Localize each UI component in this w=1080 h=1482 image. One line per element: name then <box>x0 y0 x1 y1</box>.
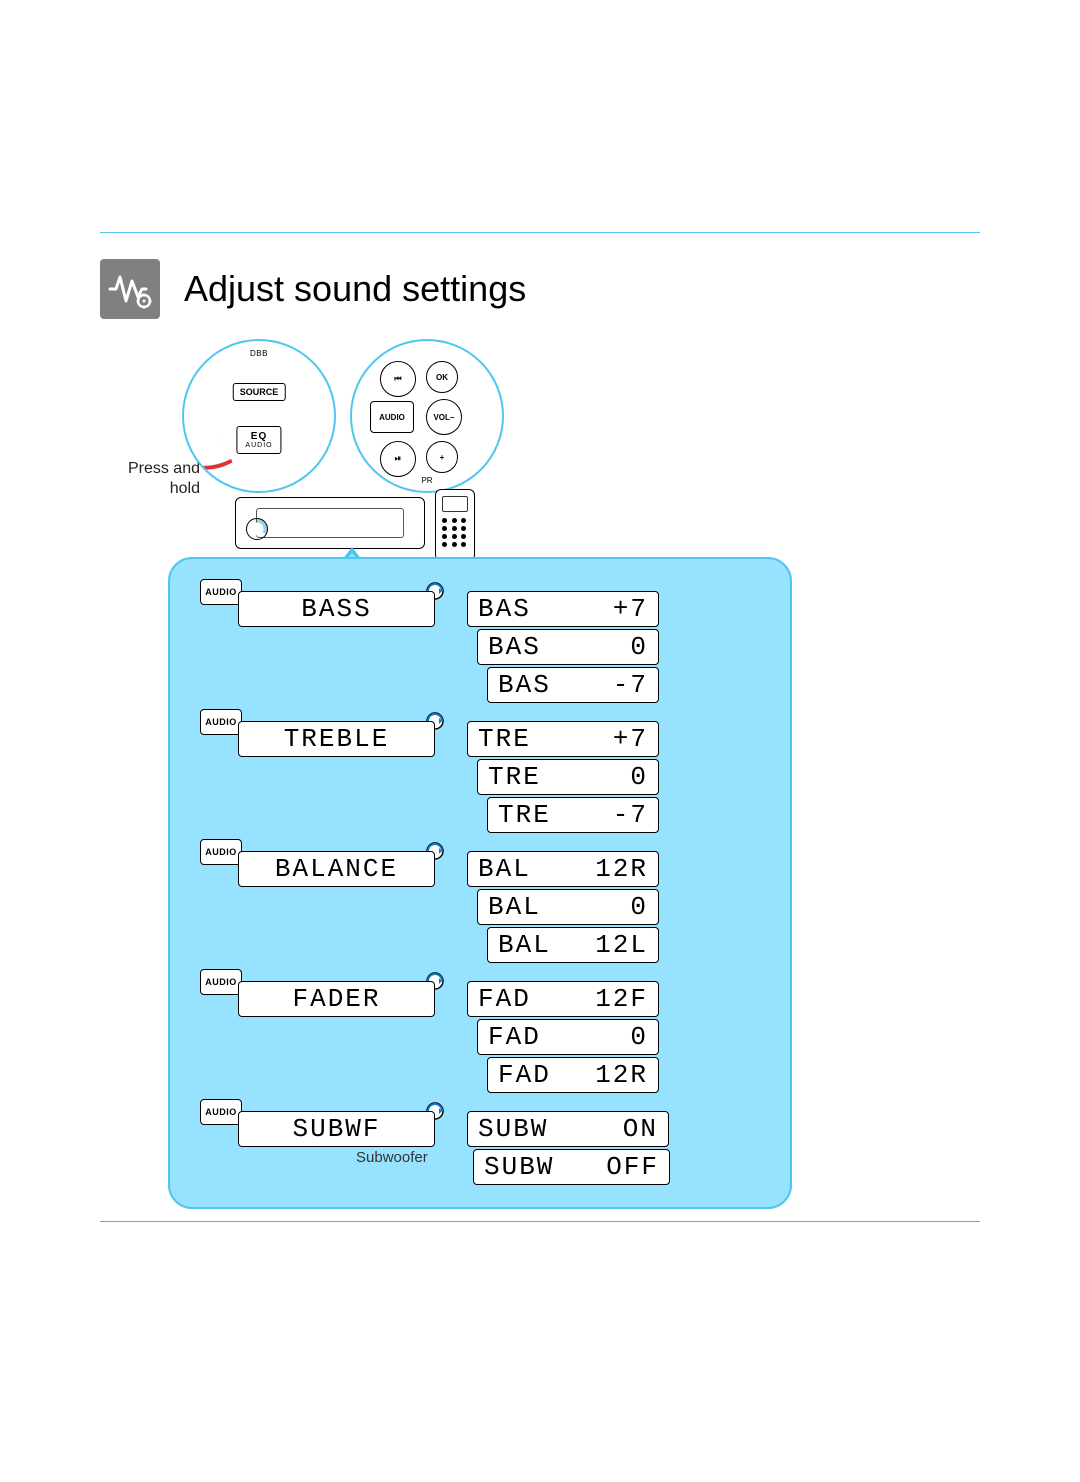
value-display: BAS0 <box>477 629 659 665</box>
value-display: FAD0 <box>477 1019 659 1055</box>
remote-audio-button: AUDIO <box>370 401 414 433</box>
control-diagram: Press and hold DBB SOURCE EQ AUDIO ⏮ OK … <box>100 329 980 559</box>
value-display: BAL0 <box>477 889 659 925</box>
eq-label-sub: AUDIO <box>245 442 272 449</box>
setting-name-display: BALANCE <box>238 851 435 887</box>
value-display: BAL12R <box>467 851 659 887</box>
value-display: BAS+7 <box>467 591 659 627</box>
setting-name-display: SUBWF <box>238 1111 435 1147</box>
source-button: SOURCE <box>233 383 286 401</box>
sound-settings-icon <box>100 259 160 319</box>
setting-name-display: BASS <box>238 591 435 627</box>
setting-row-balance: AUDIO BALANCE BAL12R BAL0 BAL12L <box>200 839 760 965</box>
remote-illustration <box>435 489 475 561</box>
audio-chip: AUDIO <box>200 969 242 995</box>
car-stereo-illustration <box>235 497 425 549</box>
value-display: SUBWON <box>467 1111 669 1147</box>
remote-ok-button: OK <box>426 361 458 393</box>
value-display: FAD12R <box>487 1057 659 1093</box>
value-display: FAD12F <box>467 981 659 1017</box>
panel-closeup-bubble: DBB SOURCE EQ AUDIO <box>182 339 336 493</box>
audio-chip: AUDIO <box>200 709 242 735</box>
value-display: TRE0 <box>477 759 659 795</box>
eq-label-main: EQ <box>245 431 272 442</box>
remote-play-button: ⏯ <box>380 441 416 477</box>
value-display: SUBWOFF <box>473 1149 670 1185</box>
bottom-divider <box>100 1221 980 1222</box>
setting-name-display: FADER <box>238 981 435 1017</box>
volume-dial-icon <box>246 518 268 540</box>
value-display: BAS-7 <box>487 667 659 703</box>
page-title: Adjust sound settings <box>184 268 526 310</box>
top-divider <box>100 232 980 233</box>
subwoofer-caption: Subwoofer <box>356 1149 428 1166</box>
eq-audio-button: EQ AUDIO <box>236 426 281 454</box>
setting-name-display: TREBLE <box>238 721 435 757</box>
setting-row-subwf: AUDIO SUBWF SUBWON SUBWOFF Subwoofer <box>200 1099 760 1187</box>
setting-row-fader: AUDIO FADER FAD12F FAD0 FAD12R <box>200 969 760 1095</box>
remote-plus-button: + <box>426 441 458 473</box>
audio-chip: AUDIO <box>200 1099 242 1125</box>
remote-pr-label: PR <box>421 476 432 485</box>
audio-chip: AUDIO <box>200 579 242 605</box>
remote-vol-button: VOL− <box>426 399 462 435</box>
setting-row-bass: AUDIO BASS BAS+7 BAS0 BAS-7 <box>200 579 760 705</box>
setting-row-treble: AUDIO TREBLE TRE+7 TRE0 TRE-7 <box>200 709 760 835</box>
value-display: BAL12L <box>487 927 659 963</box>
settings-panel: AUDIO BASS BAS+7 BAS0 BAS-7 AUDIO TREBLE <box>168 557 792 1209</box>
value-display: TRE-7 <box>487 797 659 833</box>
remote-prev-button: ⏮ <box>380 361 416 397</box>
dbb-label: DBB <box>250 349 268 358</box>
remote-closeup-bubble: ⏮ OK AUDIO VOL− ⏯ + PR <box>350 339 504 493</box>
highlight-arc <box>182 386 233 489</box>
value-display: TRE+7 <box>467 721 659 757</box>
audio-chip: AUDIO <box>200 839 242 865</box>
